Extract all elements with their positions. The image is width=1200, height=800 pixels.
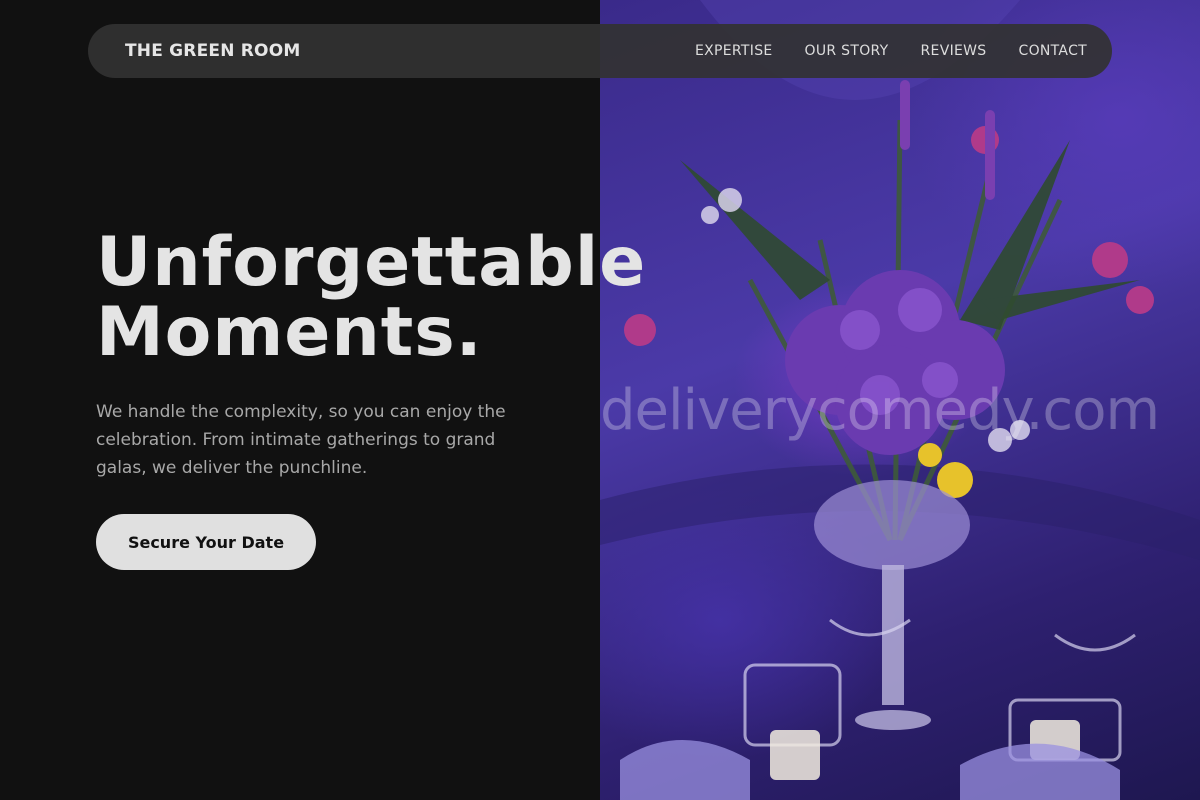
hero-title-line-2: Moments.: [96, 293, 483, 372]
nav-link-contact[interactable]: CONTACT: [1019, 43, 1088, 59]
nav-link-expertise[interactable]: EXPERTISE: [695, 43, 773, 59]
watermark-text: deliverycomedy.com: [600, 378, 1160, 443]
nav-links: EXPERTISE OUR STORY REVIEWS CONTACT: [695, 43, 1087, 59]
nav-link-our-story[interactable]: OUR STORY: [805, 43, 889, 59]
hero-subtitle: We handle the complexity, so you can enj…: [96, 402, 506, 478]
secure-date-button[interactable]: Secure Your Date: [96, 514, 316, 570]
nav-link-reviews[interactable]: REVIEWS: [921, 43, 987, 59]
top-navbar: THE GREEN ROOM EXPERTISE OUR STORY REVIE…: [88, 24, 1112, 78]
brand-logo-text[interactable]: THE GREEN ROOM: [125, 41, 300, 61]
hero-title-line-1: Unforgettable: [96, 223, 647, 302]
hero-title: Unforgettable Moments.: [96, 228, 646, 368]
